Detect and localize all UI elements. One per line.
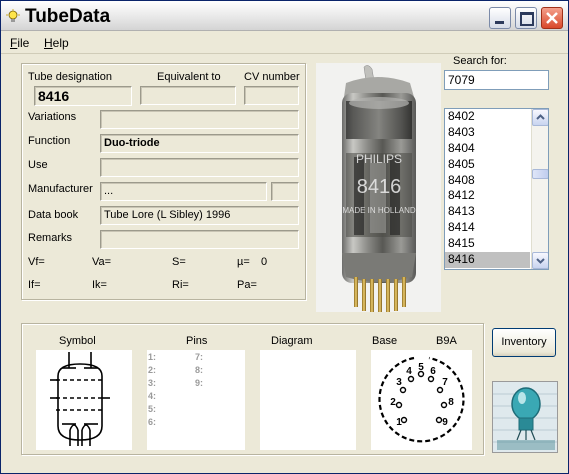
list-scrollbar[interactable] bbox=[531, 109, 548, 269]
base-box: 5 4 6 3 7 2 8 1 9 bbox=[371, 350, 472, 450]
maximize-button[interactable] bbox=[515, 7, 537, 29]
close-icon bbox=[546, 12, 558, 24]
equivalent-label: Equivalent to bbox=[157, 71, 221, 83]
b9a-base-diagram: 5 4 6 3 7 2 8 1 9 bbox=[378, 356, 465, 443]
pin-label: 6: bbox=[148, 417, 157, 427]
lightbulb-icon bbox=[6, 9, 20, 22]
tube-photo: PHILIPS 8416 MADE IN HOLLAND bbox=[316, 63, 441, 312]
list-item[interactable]: 8404 bbox=[445, 141, 530, 157]
menu-file[interactable]: File bbox=[10, 36, 29, 50]
pa-label: Pa= bbox=[237, 279, 257, 291]
vf-label: Vf= bbox=[28, 256, 45, 268]
tubedata-window: TubeData File Help Tube designation Equi… bbox=[0, 0, 569, 474]
pin-label: 1: bbox=[148, 352, 157, 362]
pin-label: 9: bbox=[195, 378, 204, 388]
remarks-field[interactable] bbox=[100, 230, 299, 249]
base-pin-label: 6 bbox=[430, 366, 436, 377]
pin-label: 4: bbox=[148, 391, 157, 401]
function-label: Function bbox=[28, 135, 71, 147]
function-field[interactable]: Duo-triode bbox=[100, 134, 299, 153]
mu-value: 0 bbox=[261, 256, 268, 268]
databook-field[interactable]: Tube Lore (L Sibley) 1996 bbox=[100, 206, 299, 225]
base-pin-label: 4 bbox=[406, 366, 412, 377]
scroll-down-button[interactable] bbox=[532, 252, 548, 269]
list-item[interactable]: 8403 bbox=[445, 125, 530, 141]
chevron-down-icon bbox=[536, 258, 545, 264]
scroll-thumb[interactable] bbox=[532, 169, 548, 179]
databook-label: Data book bbox=[28, 209, 79, 221]
chevron-up-icon bbox=[536, 114, 545, 120]
close-button[interactable] bbox=[541, 7, 563, 29]
base-pin-label: 2 bbox=[390, 397, 396, 408]
minimize-button[interactable] bbox=[489, 7, 511, 29]
list-item[interactable]: 8402 bbox=[445, 109, 530, 125]
base-pin-label: 8 bbox=[448, 397, 454, 408]
designation-label: Tube designation bbox=[28, 71, 112, 83]
base-label: Base bbox=[372, 335, 398, 347]
use-field[interactable] bbox=[100, 158, 299, 177]
window-title: TubeData bbox=[25, 6, 111, 27]
photo-print-brand: PHILIPS bbox=[356, 152, 402, 166]
list-item[interactable]: 8405 bbox=[445, 157, 530, 173]
inventory-button[interactable]: Inventory bbox=[492, 328, 556, 357]
cv-field[interactable] bbox=[244, 86, 299, 105]
menu-help[interactable]: Help bbox=[44, 36, 69, 50]
manufacturer-code-field[interactable] bbox=[271, 182, 299, 201]
use-label: Use bbox=[28, 159, 48, 171]
remarks-label: Remarks bbox=[28, 232, 73, 244]
search-label: Search for: bbox=[453, 55, 507, 67]
tube-listbox[interactable]: 8402 8403 8404 8405 8408 8412 8413 8414 … bbox=[444, 108, 549, 270]
manufacturer-label: Manufacturer bbox=[28, 183, 93, 195]
ik-label: Ik= bbox=[92, 279, 107, 291]
diagram-box bbox=[260, 350, 356, 450]
ri-label: Ri= bbox=[172, 279, 189, 291]
pin-label: 8: bbox=[195, 365, 204, 375]
pin-label: 5: bbox=[148, 404, 157, 414]
if-label: If= bbox=[28, 279, 41, 291]
vacuum-tube-image: PHILIPS 8416 MADE IN HOLLAND bbox=[342, 65, 416, 312]
list-item[interactable]: 8408 bbox=[445, 173, 530, 189]
pins-label: Pins bbox=[186, 335, 208, 347]
variations-field[interactable] bbox=[100, 110, 299, 129]
pin-label: 3: bbox=[148, 378, 157, 388]
s-label: S= bbox=[172, 256, 186, 268]
cv-label: CV number bbox=[244, 71, 300, 83]
title-bar[interactable]: TubeData bbox=[1, 1, 568, 31]
duo-triode-symbol bbox=[50, 352, 110, 446]
list-item[interactable]: 8414 bbox=[445, 220, 530, 236]
base-pin-label: 7 bbox=[442, 377, 448, 388]
list-item[interactable]: 8416 bbox=[445, 252, 530, 268]
va-label: Va= bbox=[92, 256, 112, 268]
pins-box: 1: 2: 3: 4: 5: 6: 7: 8: 9: bbox=[147, 350, 245, 450]
designation-field[interactable]: 8416 bbox=[34, 86, 132, 106]
base-type-label: B9A bbox=[436, 335, 457, 347]
pin-label: 7: bbox=[195, 352, 204, 362]
equivalent-field[interactable] bbox=[140, 86, 236, 105]
tube-logo-icon bbox=[493, 382, 557, 452]
symbol-box bbox=[36, 350, 132, 450]
diagram-label: Diagram bbox=[271, 335, 313, 347]
manufacturer-field[interactable]: ... bbox=[100, 182, 267, 201]
mu-label: µ= bbox=[237, 256, 250, 268]
variations-label: Variations bbox=[28, 111, 77, 123]
pin-label: 2: bbox=[148, 365, 157, 375]
list-item[interactable]: 8412 bbox=[445, 188, 530, 204]
tubedata-logo bbox=[492, 381, 558, 453]
symbol-label: Symbol bbox=[59, 335, 96, 347]
search-input[interactable]: 7079 bbox=[444, 70, 549, 90]
photo-print-type: 8416 bbox=[357, 176, 402, 198]
scroll-up-button[interactable] bbox=[532, 109, 548, 126]
base-pin-label: 9 bbox=[442, 417, 448, 428]
menu-bar: File Help bbox=[1, 32, 568, 54]
list-item[interactable]: 8413 bbox=[445, 204, 530, 220]
list-item[interactable]: 8415 bbox=[445, 236, 530, 252]
base-pin-label: 3 bbox=[396, 377, 402, 388]
photo-print-origin: MADE IN HOLLAND bbox=[342, 206, 416, 215]
